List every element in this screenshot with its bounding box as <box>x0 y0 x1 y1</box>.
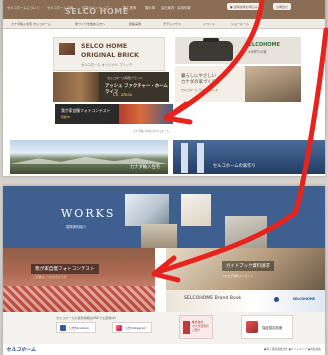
footer-links[interactable]: ●個人情報保護方針 ●サイトマップ ●情報採集 <box>264 347 321 351</box>
works-title: WORKS <box>61 207 116 220</box>
subnav-item[interactable]: 家づくりを始める方へ <box>75 22 105 26</box>
nav-link[interactable]: 会社案内・採用情報 <box>161 5 191 10</box>
sns-section: セルコホームの最新情報はSNSでも配信中! 公式Facebook 公式Insta… <box>3 312 325 344</box>
banner-title: 暮らしにやさしい カナダの家づくり <box>181 74 217 85</box>
cast-iron-pot-image <box>189 38 233 61</box>
banner-note: セルコホーム ライフスタイル <box>181 88 219 92</box>
feature-banner-row: 我が家自慢フォトコンテスト ご応募はこちらからどうぞ ガイドブック資料請求 カタ… <box>3 248 325 312</box>
special-brand-banner[interactable]: セルコホーム特別ブランド アッシェ ファクチャー・ホームライフ Ch. atea… <box>53 72 169 102</box>
instagram-label: 公式Instagram <box>125 326 147 330</box>
watermark: SELCO HOME <box>65 7 129 16</box>
certification-icon <box>246 321 258 333</box>
instagram-button[interactable]: 公式Instagram <box>112 322 152 333</box>
banner-status: 開催中! <box>61 115 71 119</box>
website-page-top: セルコホームについて セルコホームの家 住宅ラインナップ 施工実例 展示場 会社… <box>3 0 325 176</box>
warranty-label: 保証認定制度 <box>262 326 283 330</box>
subnav-item[interactable]: ショールーム <box>231 22 249 26</box>
facebook-label: 公式Facebook <box>69 326 90 330</box>
brick-thumbnail <box>59 43 75 55</box>
nav-link[interactable]: 展示場 <box>145 5 155 10</box>
request-brochure-button[interactable]: ● 資料請求お申込み <box>227 3 261 10</box>
house-building-banner[interactable]: セルコホームの家作り <box>173 140 325 174</box>
interior-photo <box>53 72 99 102</box>
subnav-item[interactable]: モデルハウス <box>163 22 181 26</box>
guidebook-banner[interactable]: ガイドブック資料請求 カタログ無料プレゼント <box>166 248 325 290</box>
subnav-item[interactable]: 建築実例 <box>129 22 141 26</box>
works-section[interactable]: WORKS 建築実例紹介 <box>3 186 325 248</box>
lifestyle-banner[interactable]: 暮らしにやさしい カナダの家づくり セルコホーム ライフスタイル <box>175 66 301 102</box>
nav-link[interactable]: セルコホームについて <box>7 5 40 10</box>
caption-text: カナダ輸入住宅のセルコホーム <box>133 130 170 133</box>
subnav-item[interactable]: イベント <box>203 22 215 26</box>
warranty-banner[interactable]: 保証認定制度 <box>241 315 293 339</box>
banner-subtitle: セルコホーム オリジナル ブリック <box>81 63 133 67</box>
works-subtitle: 建築実例紹介 <box>66 225 87 229</box>
canada-import-house-banner[interactable]: カナダ輸入住宅 <box>10 140 168 174</box>
works-photo <box>181 194 211 226</box>
works-photo <box>125 194 169 226</box>
banner-brand: Ch. ateau <box>113 92 133 97</box>
room-photo <box>245 66 301 102</box>
banner-title: SELCOHOME <box>245 42 280 48</box>
facebook-icon <box>60 325 66 331</box>
footer-logo[interactable]: セルコホーム <box>6 346 36 353</box>
contact-button[interactable]: お問合せ <box>273 3 292 10</box>
gingham-tablecloth <box>3 286 155 312</box>
sub-navigation: カナダ輸入住宅 セルコホーム 家づくりを始める方へ 建築実例 モデルハウス イベ… <box>3 19 325 29</box>
subnav-item[interactable]: カナダ輸入住宅 セルコホーム <box>11 22 51 26</box>
banner-subtitle: カタログ無料プレゼント <box>222 274 253 278</box>
mountain-silhouette <box>10 157 168 164</box>
contest-image <box>119 104 173 124</box>
banner-subtitle: ×手作りの家 <box>248 50 267 54</box>
column-decoration <box>197 143 204 173</box>
facebook-button[interactable]: 公式Facebook <box>56 322 96 333</box>
brand-logo: SELCOHOME <box>292 297 315 301</box>
banner-title: 我が家自慢フォトコンテスト <box>61 108 111 113</box>
photo-background: セルコホームについて セルコホームの家 住宅ラインナップ 施工実例 展示場 会社… <box>0 0 328 355</box>
original-brick-banner[interactable]: SELCO HOME ORIGINAL BRICK セルコホーム オリジナル ブ… <box>53 37 165 71</box>
banner-label: カナダ輸入住宅 <box>129 165 160 170</box>
side-banner-text: 株式会社 カナダ住宅の ご紹介 <box>192 320 209 332</box>
column-decoration <box>181 143 188 173</box>
photo-contest-banner[interactable]: 我が家自慢フォトコンテスト 開催中! <box>55 104 173 124</box>
handcraft-banner[interactable]: SELCOHOME ×手作りの家 <box>175 37 301 64</box>
works-photo <box>225 216 267 248</box>
website-page-bottom: WORKS 建築実例紹介 我が家自慢フォトコンテスト ご応募はこちらからどうぞ … <box>3 186 325 355</box>
instagram-icon <box>116 325 122 331</box>
company-side-banner[interactable]: 株式会社 カナダ住宅の ご紹介 <box>179 315 213 339</box>
banner-subtitle: ご応募はこちらからどうぞ <box>33 275 67 279</box>
banner-label: セルコホームの家作り <box>213 164 256 169</box>
footer: セルコホーム ●個人情報保護方針 ●サイトマップ ●情報採集 <box>3 344 325 355</box>
sns-intro: セルコホームの最新情報はSNSでも配信中! <box>56 316 116 320</box>
header-bar: セルコホームについて セルコホームの家 住宅ラインナップ 施工実例 展示場 会社… <box>3 0 325 19</box>
banner-title: ORIGINAL BRICK <box>81 52 139 59</box>
photo-contest-banner[interactable]: 我が家自慢フォトコンテスト ご応募はこちらからどうぞ <box>3 248 155 312</box>
banner-title: 我が家自慢フォトコンテスト <box>31 264 99 274</box>
flag-icon <box>183 321 190 334</box>
banner-title: SELCO HOME <box>81 43 128 50</box>
works-photo <box>141 224 177 248</box>
banner-title: SELCOHOME Brand Book <box>184 296 242 301</box>
logo-mark-icon <box>274 297 279 302</box>
banner-title: ガイドブック資料請求 <box>222 261 274 271</box>
banner-kicker: セルコホーム特別ブランド <box>107 76 143 80</box>
brand-book-banner[interactable]: SELCOHOME Brand Book SELCOHOME <box>166 290 325 312</box>
